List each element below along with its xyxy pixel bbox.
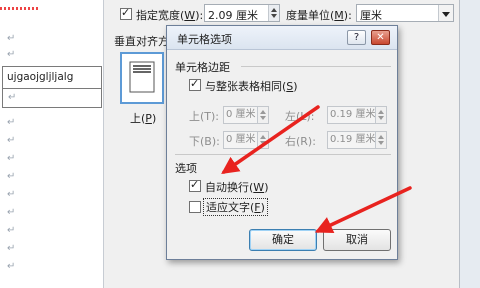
cell-margins-heading: 单元格边距 [175,61,230,74]
wrap-text-label[interactable]: 自动换行(W) [205,179,268,195]
ok-button[interactable]: 确定 [249,229,317,251]
left-margin-label: 左(L): [285,110,315,123]
section-divider [241,66,391,67]
cell-options-dialog: 单元格选项 ? ✕ 单元格边距 与整张表格相同(S) 上(T): 0 厘米 左(… [166,25,398,260]
spinner-arrows-icon[interactable] [375,107,386,123]
document-table[interactable]: ujgaojgljljalg ↵ [2,66,102,108]
measure-in-select[interactable]: 厘米 [356,4,454,22]
left-margin-value: 0.19 厘米 [330,109,376,120]
fit-text-checkbox[interactable] [189,201,201,213]
paragraph-mark: ↵ [7,207,16,218]
right-margin-label: 右(R): [285,135,316,148]
align-top-icon [129,61,155,93]
spinner-arrows-icon[interactable] [257,107,268,123]
bottom-margin-label: 下(B): [189,135,220,148]
document-page: ↵ ↵ ujgaojgljljalg ↵ ↵ ↵ ↵ ↵ ↵ ↵ ↵ ↵ ↵ [0,0,104,288]
preferred-width-label: 指定宽度(W): [136,9,204,22]
top-margin-input[interactable]: 0 厘米 [223,106,269,124]
preferred-width-input[interactable]: 2.09 厘米 [204,4,280,22]
spelling-underline [0,7,40,10]
paragraph-mark: ↵ [7,171,16,182]
table-row[interactable]: ujgaojgljljalg [3,67,101,89]
close-button[interactable]: ✕ [371,30,390,45]
help-button[interactable]: ? [347,30,366,45]
section-divider [175,154,391,155]
spinner-arrows-icon[interactable] [268,5,279,21]
same-as-table-checkbox[interactable] [189,77,201,91]
dialog-title: 单元格选项 [177,33,232,46]
table-cell-text: ujgaojgljljalg [7,71,74,83]
dialog-title-bar[interactable]: 单元格选项 ? ✕ [167,26,397,50]
paragraph-mark: ↵ [7,261,16,272]
right-margin-value: 0.19 厘米 [330,134,376,145]
paragraph-mark: ↵ [7,243,16,254]
same-as-table-label: 与整张表格相同(S) [205,80,298,93]
align-top-option[interactable] [120,52,164,104]
measure-in-value: 厘米 [360,9,382,22]
paragraph-mark: ↵ [8,92,17,103]
wrap-text-checkbox[interactable] [189,178,201,192]
align-top-label: 上(P) [130,112,157,125]
spinner-arrows-icon[interactable] [375,132,386,148]
paragraph-mark: ↵ [7,33,16,44]
measure-in-label: 度量单位(M): [286,9,352,22]
preferred-width-checkbox[interactable] [120,6,132,20]
paragraph-mark: ↵ [7,49,16,60]
top-margin-label: 上(T): [189,110,220,123]
preferred-width-value: 2.09 厘米 [208,9,258,22]
chevron-down-icon[interactable] [438,5,453,21]
options-heading: 选项 [175,162,197,175]
cancel-button[interactable]: 取消 [323,229,391,251]
paragraph-mark: ↵ [7,117,16,128]
bottom-margin-value: 0 厘米 [226,134,256,145]
left-margin-input[interactable]: 0.19 厘米 [327,106,387,124]
spinner-arrows-icon[interactable] [257,132,268,148]
bottom-margin-input[interactable]: 0 厘米 [223,131,269,149]
paragraph-mark: ↵ [7,189,16,200]
fit-text-label[interactable]: 适应文字(F) [203,198,268,216]
paragraph-mark: ↵ [7,225,16,236]
window-edge [460,0,480,288]
top-margin-value: 0 厘米 [226,109,256,120]
paragraph-mark: ↵ [7,153,16,164]
right-margin-input[interactable]: 0.19 厘米 [327,131,387,149]
paragraph-mark: ↵ [7,135,16,146]
